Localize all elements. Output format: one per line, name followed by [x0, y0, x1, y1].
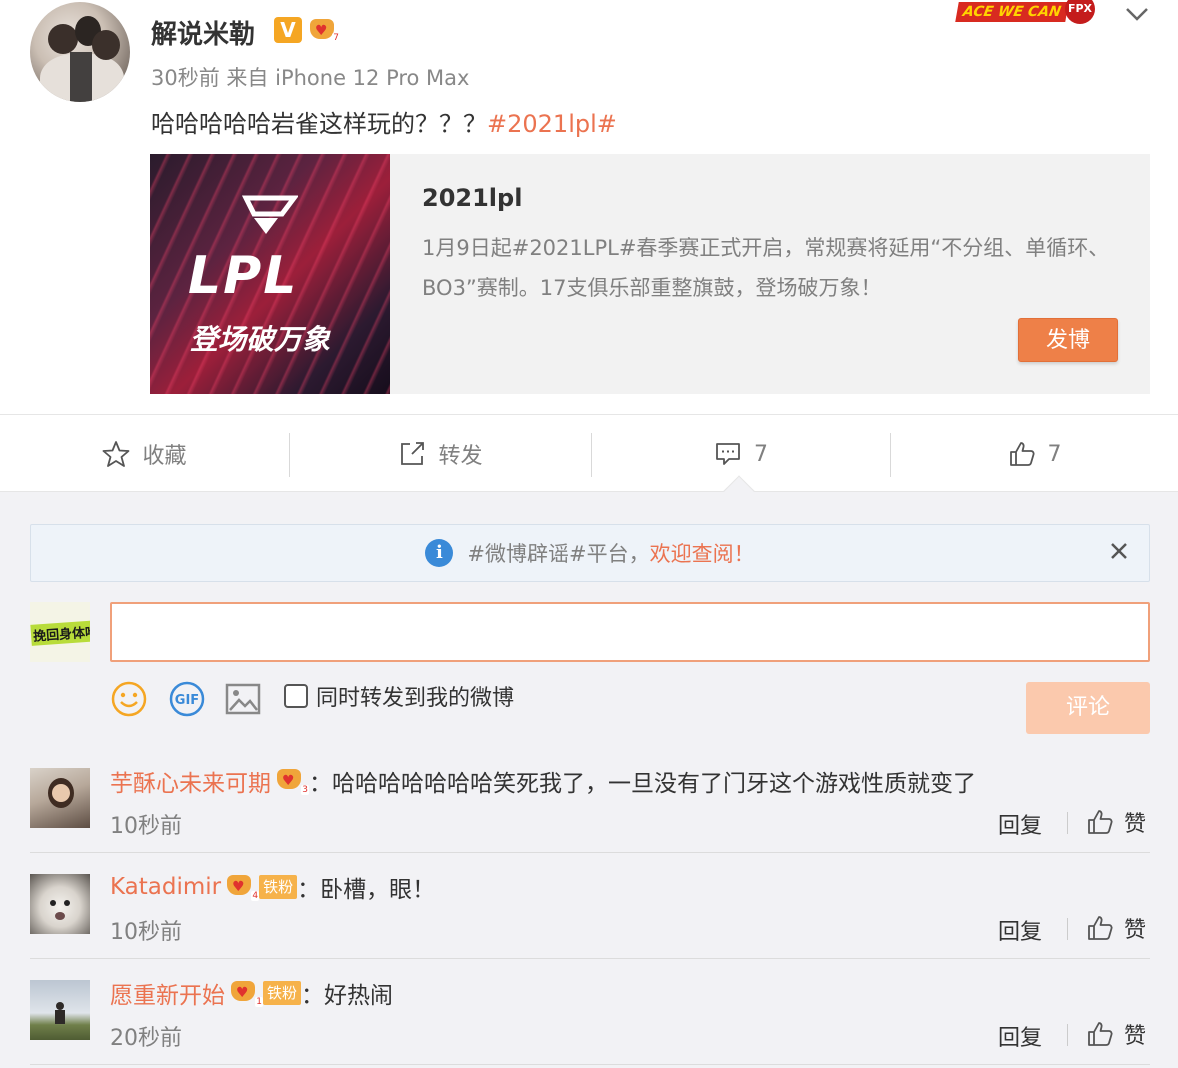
comment-text: ：卧槽，眼！	[297, 877, 436, 903]
author-avatar[interactable]	[30, 2, 130, 102]
info-icon: i	[425, 539, 454, 567]
post-body: 哈哈哈哈哈岩雀这样玩的？？？	[151, 110, 487, 138]
my-avatar[interactable]: 挽回身体哈哈	[30, 602, 90, 662]
author-name[interactable]: 解说米勒	[151, 14, 255, 51]
checkbox-box[interactable]	[284, 684, 308, 708]
member-badge-icon[interactable]: ♥ 1	[231, 979, 263, 1007]
card-description: 1月9日起#2021LPL#春季赛正式开启，常规赛将延用“不分组、单循环、BO3…	[422, 236, 1110, 300]
fan-badge: 铁粉	[263, 981, 302, 1005]
fan-badge: 铁粉	[259, 875, 298, 899]
like-label: 赞	[1124, 812, 1147, 837]
like-icon	[1088, 1022, 1113, 1046]
fan-banner[interactable]: ACE WE CAN FPX	[955, 0, 1105, 26]
notice-banner: i #微博辟谣#平台， 欢迎查阅！	[30, 524, 1150, 582]
verified-badge: V	[274, 17, 302, 43]
member-badge-icon[interactable]: ♥ 3	[277, 767, 309, 795]
emoji-icon[interactable]	[110, 680, 148, 718]
post-time[interactable]: 30秒前	[151, 66, 220, 90]
lpl-mark-icon	[242, 195, 298, 234]
repost-label: 转发	[438, 444, 483, 469]
comment-time: 20秒前	[110, 1026, 182, 1051]
post-topic-button[interactable]: 发博	[1018, 318, 1118, 362]
image-icon[interactable]	[224, 680, 262, 718]
comment-time: 10秒前	[110, 920, 182, 945]
comment-like-button[interactable]: 赞	[1086, 1018, 1146, 1050]
commenter-avatar[interactable]	[30, 980, 90, 1040]
submit-comment-button[interactable]: 评论	[1026, 682, 1150, 734]
comment-item: 芋酥心未来可期 ♥ 3 ：哈哈哈哈哈哈哈笑死我了，一旦没有了门牙这个游戏性质就变…	[0, 754, 1178, 860]
post-meta: 30秒前 来自 iPhone 12 Pro Max	[151, 62, 469, 92]
svg-text:GIF: GIF	[175, 693, 199, 708]
comment-icon	[716, 443, 740, 465]
chevron-down-icon[interactable]	[1124, 4, 1150, 24]
reply-button[interactable]: 回复	[998, 914, 1042, 946]
repost-button[interactable]: 转发	[290, 415, 591, 493]
member-level: 7	[332, 33, 340, 43]
comment-like-button[interactable]: 赞	[1086, 912, 1146, 944]
gif-icon[interactable]: GIF	[168, 680, 206, 718]
repost-check-label: 同时转发到我的微博	[316, 686, 515, 711]
comment-item: 愿重新开始 ♥ 1 铁粉 ：好热闹 20秒前 回复 赞	[0, 966, 1178, 1068]
topic-card[interactable]: LPL 登场破万象 2021lpl 1月9日起#2021LPL#春季赛正式开启，…	[150, 154, 1150, 394]
comment-text: ：好热闹	[301, 983, 394, 1009]
lpl-logo-text: LPL	[188, 246, 299, 306]
comment-count: 7	[754, 441, 768, 467]
commenter-name[interactable]: 芋酥心未来可期	[110, 764, 271, 798]
comment-time: 10秒前	[110, 814, 182, 839]
comment-text: ：哈哈哈哈哈哈哈笑死我了，一旦没有了门牙这个游戏性质就变了	[309, 771, 976, 797]
topic-link[interactable]: #2021lpl#	[487, 110, 617, 138]
reply-button[interactable]: 回复	[998, 808, 1042, 840]
favorite-label: 收藏	[142, 444, 187, 469]
banner-text: ACE WE CAN	[955, 2, 1069, 22]
topic-card-image[interactable]: LPL 登场破万象	[150, 154, 390, 394]
like-icon	[1088, 810, 1113, 834]
member-badge-icon[interactable]: ♥ 4	[227, 873, 260, 901]
like-button[interactable]: 7	[891, 415, 1178, 493]
member-level: 1	[255, 997, 263, 1007]
comment-item: Katadimir ♥ 4 铁粉 ：卧槽，眼！ 10秒前 回复 赞	[0, 860, 1178, 966]
like-count: 7	[1047, 441, 1062, 467]
like-label: 赞	[1124, 918, 1147, 943]
share-icon	[401, 442, 425, 465]
action-bar: 收藏 转发 7 7	[0, 414, 1178, 492]
post-text: 哈哈哈哈哈岩雀这样玩的？？？#2021lpl#	[151, 104, 617, 139]
my-avatar-text: 挽回身体哈哈	[30, 619, 90, 646]
like-icon	[1088, 916, 1113, 940]
card-title[interactable]: 2021lpl	[422, 184, 522, 212]
commenter-avatar[interactable]	[30, 768, 90, 828]
source-prefix: 来自	[226, 66, 269, 90]
notice-text: #微博辟谣#平台，	[467, 542, 650, 566]
like-label: 赞	[1124, 1024, 1147, 1049]
member-level: 4	[251, 891, 260, 901]
banner-logo: FPX	[1065, 0, 1095, 24]
image-slogan: 登场破万象	[190, 323, 331, 356]
commenter-name[interactable]: Katadimir	[110, 874, 221, 900]
post-source: iPhone 12 Pro Max	[275, 66, 470, 90]
member-level: 3	[301, 785, 309, 795]
commenter-name[interactable]: 愿重新开始	[110, 976, 225, 1010]
star-icon	[103, 441, 130, 467]
comment-input[interactable]	[110, 602, 1150, 662]
close-icon[interactable]	[1107, 539, 1131, 563]
repost-to-my-weibo-checkbox[interactable]: 同时转发到我的微博	[284, 680, 514, 712]
like-icon	[1009, 442, 1035, 466]
favorite-button[interactable]: 收藏	[0, 415, 289, 493]
comment-like-button[interactable]: 赞	[1086, 806, 1146, 838]
commenter-avatar[interactable]	[30, 874, 90, 934]
reply-button[interactable]: 回复	[998, 1020, 1042, 1052]
notice-link[interactable]: 欢迎查阅！	[650, 538, 755, 568]
member-badge-icon[interactable]: ♥ 7	[310, 17, 340, 43]
